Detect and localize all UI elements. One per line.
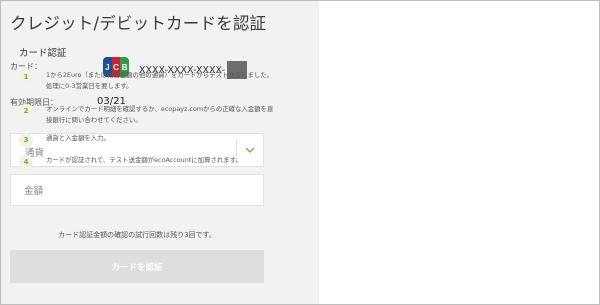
step-number-badge: 1 [19,70,33,84]
step-text: カードが認証されて、テスト送金額がecoAccountに加算されます。 [46,156,242,164]
instructions-panel [319,1,599,304]
step-number-badge: 2 [19,104,33,118]
attempts-remaining-note: カード認証金額の確認の試行回数は残り3回です。 [58,231,216,239]
step-number-badge: 3 [19,133,33,147]
steps-title: カード認証 [19,48,67,59]
verify-card-button[interactable]: カードを認証 [10,250,264,283]
step-text: オンラインでカード明細を確認するか、ecopayz.comからの正確な入金額を直… [46,105,274,124]
step-number-badge: 4 [19,155,33,169]
step-text: 通貨と入金額を入力。 [46,134,110,142]
step-text: 1から2Euro（または相当金額の他の通貨）をカードからテスト送金しました。処理… [46,71,274,90]
page-title: クレジット/デビットカードを認証 [10,14,267,33]
amount-field[interactable] [10,174,264,206]
amount-input[interactable] [24,184,244,198]
